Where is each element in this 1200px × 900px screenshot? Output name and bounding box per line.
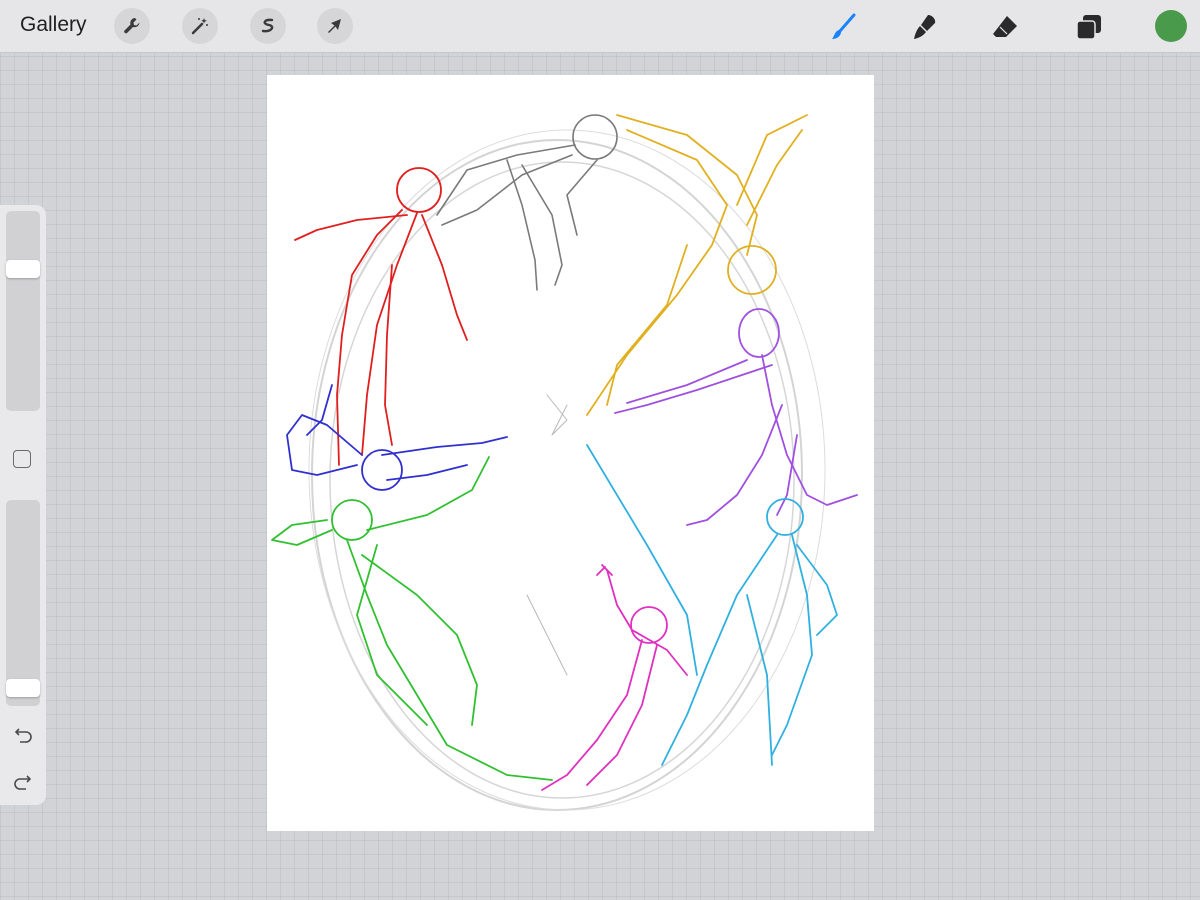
top-toolbar: Gallery xyxy=(0,0,1200,53)
magic-wand-icon xyxy=(191,18,208,35)
redo-button[interactable] xyxy=(10,770,36,796)
brush-size-thumb[interactable] xyxy=(6,260,40,278)
color-picker[interactable] xyxy=(1155,10,1187,42)
brush-size-slider[interactable] xyxy=(6,211,40,411)
layers-icon xyxy=(1076,15,1101,40)
transform-arrow-icon xyxy=(328,19,341,33)
transform-button[interactable] xyxy=(317,8,353,44)
sketch-figure-gray xyxy=(436,114,618,291)
brush-icon xyxy=(832,13,856,39)
sketch-figure-cyan xyxy=(586,444,838,766)
opacity-slider[interactable] xyxy=(6,500,40,706)
sketch-artwork xyxy=(271,114,858,811)
sketch-figure-blue xyxy=(286,384,508,491)
drawing-canvas[interactable] xyxy=(267,75,874,831)
smudge-icon xyxy=(914,15,936,39)
opacity-thumb[interactable] xyxy=(6,679,40,697)
eraser-button[interactable] xyxy=(988,10,1022,44)
eraser-icon xyxy=(993,16,1017,37)
selection-icon xyxy=(261,18,274,33)
wrench-icon xyxy=(124,18,140,34)
layers-button[interactable] xyxy=(1072,10,1106,44)
smudge-button[interactable] xyxy=(908,10,942,44)
sketch-figure-yellow xyxy=(586,114,808,416)
sketch-figure-purple xyxy=(614,308,858,526)
adjustments-button[interactable] xyxy=(182,8,218,44)
selection-button[interactable] xyxy=(250,8,286,44)
sketch-figure-green xyxy=(271,456,553,781)
sketch-scribble xyxy=(526,394,568,676)
redo-icon xyxy=(14,775,32,790)
undo-button[interactable] xyxy=(10,723,36,749)
actions-button[interactable] xyxy=(114,8,150,44)
gallery-button[interactable]: Gallery xyxy=(20,13,87,37)
brush-button[interactable] xyxy=(826,10,860,44)
sketch-figure-magenta xyxy=(541,564,688,791)
sidebar xyxy=(0,205,46,805)
modify-button[interactable] xyxy=(13,450,31,468)
undo-icon xyxy=(14,728,32,743)
